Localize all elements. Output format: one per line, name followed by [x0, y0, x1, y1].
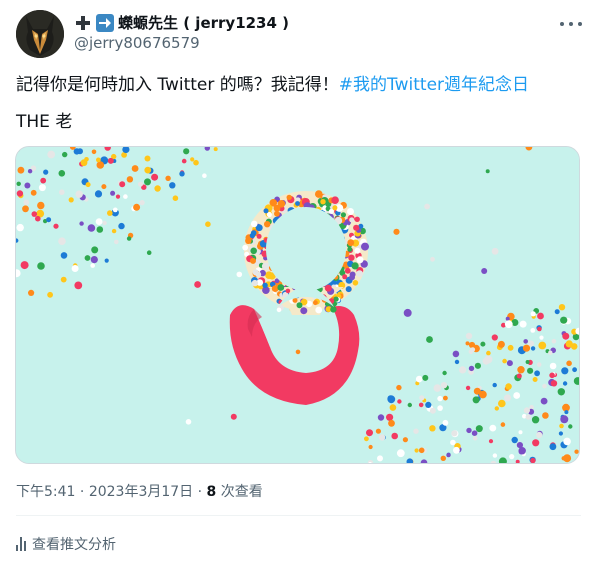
hashtag-link[interactable]: #我的Twitter週年紀念日	[339, 75, 529, 95]
author-name-row[interactable]: 蠑螈先生 ( jerry1234 )	[74, 12, 289, 33]
more-dots-icon[interactable]	[560, 16, 582, 32]
tweet-header: 蠑螈先生 ( jerry1234 ) @jerry80676579	[16, 10, 582, 60]
plus-emoji-icon	[74, 14, 92, 32]
tweet-meta: 下午5:41 · 2023年3月17日 · 8 次查看	[16, 481, 263, 501]
analytics-button[interactable]: 查看推文分析	[16, 534, 116, 554]
tweet-text: 記得你是何時加入 Twitter 的嗎？我記得！#我的Twitter週年紀念日	[16, 73, 529, 97]
analytics-label: 查看推文分析	[32, 537, 116, 553]
tweet-media[interactable]	[15, 146, 580, 464]
tweet-date[interactable]: 2023年3月17日	[89, 484, 193, 500]
avatar[interactable]	[16, 10, 64, 58]
confetti-number-8-image	[16, 147, 579, 463]
meta-separator: ·	[79, 484, 85, 500]
author-handle[interactable]: @jerry80676579	[74, 34, 200, 52]
tweet-body-text: 記得你是何時加入 Twitter 的嗎？我記得！	[16, 75, 339, 95]
views-count: 8	[206, 484, 217, 500]
avatar-mask-icon	[16, 10, 64, 58]
divider	[16, 515, 581, 516]
right-arrow-emoji-icon	[96, 13, 114, 32]
tweet-text-line2: THE 老	[16, 112, 73, 132]
meta-separator-2: ·	[197, 484, 203, 500]
views-label: 次查看	[220, 484, 263, 500]
tweet-time[interactable]: 下午5:41	[16, 484, 75, 500]
author-display-name[interactable]: 蠑螈先生 ( jerry1234 )	[118, 12, 289, 33]
analytics-bar-icon	[16, 537, 26, 551]
